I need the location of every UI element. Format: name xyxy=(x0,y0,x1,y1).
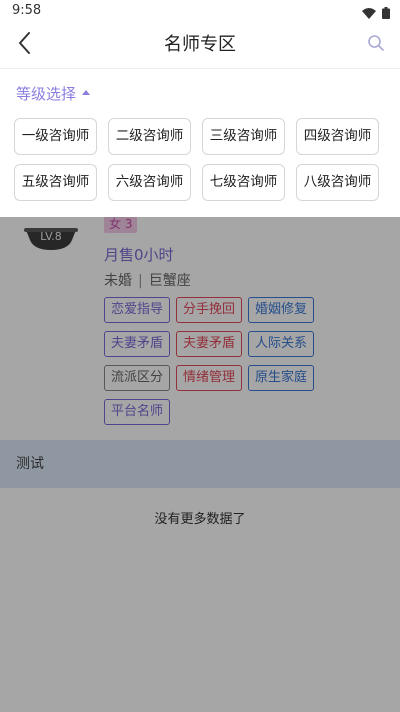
level-option-5[interactable]: 五级咨询师 xyxy=(14,164,97,201)
level-option-4[interactable]: 四级咨询师 xyxy=(296,118,379,155)
level-option-8[interactable]: 八级咨询师 xyxy=(296,164,379,201)
level-options: 一级咨询师 二级咨询师 三级咨询师 四级咨询师 五级咨询师 六级咨询师 七级咨询… xyxy=(14,118,379,201)
page-title: 名师专区 xyxy=(164,34,236,55)
level-option-3[interactable]: 三级咨询师 xyxy=(202,118,285,155)
status-icons xyxy=(362,4,390,23)
dropdown-overlay[interactable] xyxy=(0,217,400,712)
level-option-7[interactable]: 七级咨询师 xyxy=(202,164,285,201)
level-filter-panel: 等级选择 一级咨询师 二级咨询师 三级咨询师 四级咨询师 五级咨询师 六级咨询师… xyxy=(0,68,400,217)
search-icon xyxy=(367,34,385,56)
nav-bar: 名师专区 xyxy=(0,22,400,68)
filter-title: 等级选择 xyxy=(16,85,77,103)
wifi-icon xyxy=(362,4,376,23)
search-button[interactable] xyxy=(360,28,392,62)
level-option-2[interactable]: 二级咨询师 xyxy=(108,118,191,155)
level-option-6[interactable]: 六级咨询师 xyxy=(108,164,191,201)
level-filter-toggle[interactable]: 等级选择 xyxy=(16,83,91,104)
status-bar: 9:58 xyxy=(0,0,400,22)
level-option-1[interactable]: 一级咨询师 xyxy=(14,118,97,155)
battery-icon xyxy=(382,4,390,23)
status-time: 9:58 xyxy=(12,3,42,18)
caret-up-icon xyxy=(82,90,91,95)
